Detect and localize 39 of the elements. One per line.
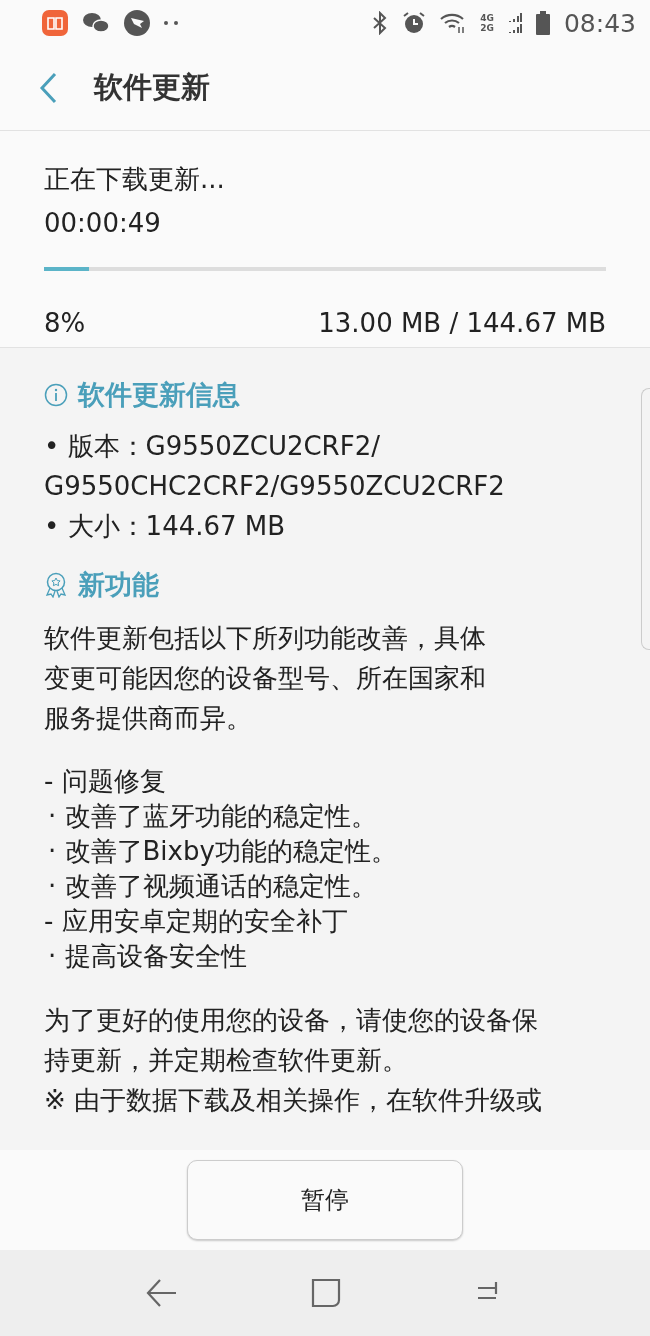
- section-title: 软件更新信息: [78, 378, 240, 412]
- download-size: 13.00 MB / 144.67 MB: [318, 307, 606, 340]
- info-line: • 版本：G9550ZCU2CRF2/ G9550CHC2CRF2/G9550ZCU2CRF2: [44, 430, 506, 503]
- wing-app-icon: [124, 10, 150, 36]
- network-type-label: 2G: [480, 23, 494, 33]
- change-list-subitem: · 改善了蓝牙功能的稳定性。: [47, 800, 378, 833]
- bluetooth-icon: [372, 11, 389, 35]
- back-arrow-icon[interactable]: [146, 1278, 179, 1308]
- clock-time: 08:43: [563, 8, 636, 38]
- elapsed-time: 00:00:49: [44, 207, 162, 240]
- change-list-subitem: · 改善了视频通话的稳定性。: [47, 870, 378, 903]
- home-square-icon[interactable]: [311, 1278, 341, 1308]
- description-line: 服务提供商而异。: [44, 702, 253, 735]
- network-type-label: 4G: [480, 13, 494, 23]
- pause-button[interactable]: 暂停: [187, 1160, 463, 1240]
- alarm-icon: [402, 11, 427, 35]
- book-app-icon: [42, 10, 68, 36]
- change-list-item: - 问题修复: [44, 765, 167, 798]
- award-ribbon-icon: [44, 572, 68, 598]
- more-dots-icon: [164, 21, 178, 25]
- wifi-icon: [440, 12, 467, 34]
- section-title: 新功能: [78, 568, 159, 602]
- description-line: 为了更好的使用您的设备，请使您的设备保: [44, 1004, 539, 1037]
- signal-icon: [507, 12, 522, 34]
- battery-icon: [535, 11, 550, 35]
- page-title: 软件更新: [94, 69, 210, 106]
- note-text: ※ 由于数据下载及相关操作，在软件升级或: [44, 1084, 544, 1117]
- description-line: 变更可能因您的设备型号、所在国家和: [44, 662, 487, 695]
- change-list-subitem: · 提高设备安全性: [47, 940, 248, 973]
- description-line: 持更新，并定期检查软件更新。: [44, 1044, 409, 1077]
- back-icon[interactable]: [38, 72, 58, 104]
- progress-percent: 8%: [44, 307, 86, 340]
- description-line: 软件更新包括以下所列功能改善，具体: [44, 622, 487, 655]
- chat-bubbles-icon: [82, 11, 110, 35]
- info-icon: [44, 383, 68, 407]
- change-list-subitem: · 改善了Bixby功能的稳定性。: [47, 835, 398, 868]
- info-line: • 大小：144.67 MB: [44, 510, 287, 543]
- download-status: 正在下载更新...: [44, 163, 226, 196]
- change-list-item: - 应用安卓定期的安全补丁: [44, 905, 349, 938]
